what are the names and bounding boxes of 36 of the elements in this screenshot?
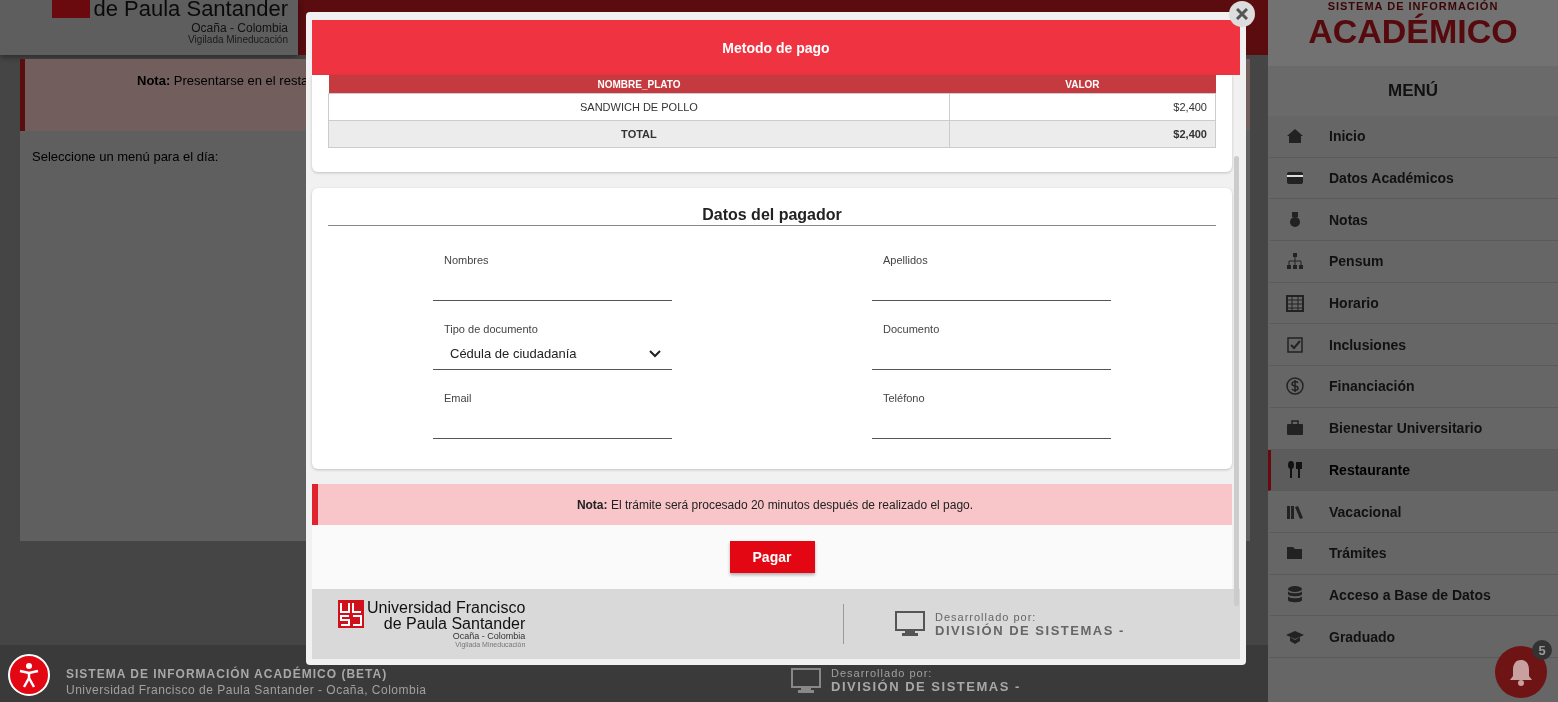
dollar-icon — [1285, 376, 1305, 397]
bell-icon — [1508, 658, 1534, 686]
calendar-icon — [1285, 293, 1305, 314]
tree-icon — [1285, 251, 1305, 272]
column-header: VALOR — [949, 75, 1216, 94]
developer-name: DIVISIÓN DE SISTEMAS - — [831, 679, 1021, 694]
table-cell: $2,400 — [949, 93, 1216, 121]
database-icon — [1285, 584, 1305, 605]
total-cell: TOTAL — [328, 120, 950, 148]
system-label: SISTEMA DE INFORMACIÓN — [1327, 0, 1499, 12]
close-icon — [1236, 8, 1248, 20]
section-title: Datos del pagador — [328, 206, 1216, 226]
developer-label: Desarrollado por: — [935, 610, 1038, 623]
developer-name: DIVISIÓN DE SISTEMAS - — [935, 622, 1125, 638]
processing-note: Nota: El trámite será procesado 20 minutos después de realizado el pago. — [312, 484, 1232, 525]
menu-title: MENÚ — [1268, 66, 1558, 116]
footer-title: SISTEMA DE INFORMACIÓN ACADÉMICO (BETA) — [66, 667, 389, 681]
scrollbar[interactable] — [1234, 156, 1239, 606]
chevron-down-icon — [649, 349, 661, 358]
cutlery-icon — [1285, 459, 1305, 480]
total-cell: $2,400 — [949, 120, 1216, 148]
sidebar-item[interactable]: Restaurante — [1268, 449, 1558, 492]
system-title: ACADÉMICO — [1308, 12, 1518, 50]
modal-title: Metodo de pago — [312, 20, 1240, 75]
check-icon — [1285, 334, 1305, 355]
footer-subtitle: Universidad Francisco de Paula Santander - Ocaña, Colombia — [66, 683, 428, 697]
developer-label: Desarrollado por: — [831, 667, 934, 679]
person-icon — [18, 662, 40, 688]
pay-button[interactable]: Pagar — [729, 541, 815, 573]
table-cell: SANDWICH DE POLLO — [328, 93, 950, 121]
column-header: NOMBRE_PLATO — [328, 75, 950, 94]
university-emblem-icon — [338, 600, 364, 628]
monitor-icon — [791, 667, 821, 694]
monitor-icon — [895, 611, 925, 637]
university-logo: de Paula Santander Ocaña - Colombia Vigilada Mineducación — [0, 0, 298, 55]
menu-prompt: Seleccione un menú para el día: — [32, 149, 219, 164]
